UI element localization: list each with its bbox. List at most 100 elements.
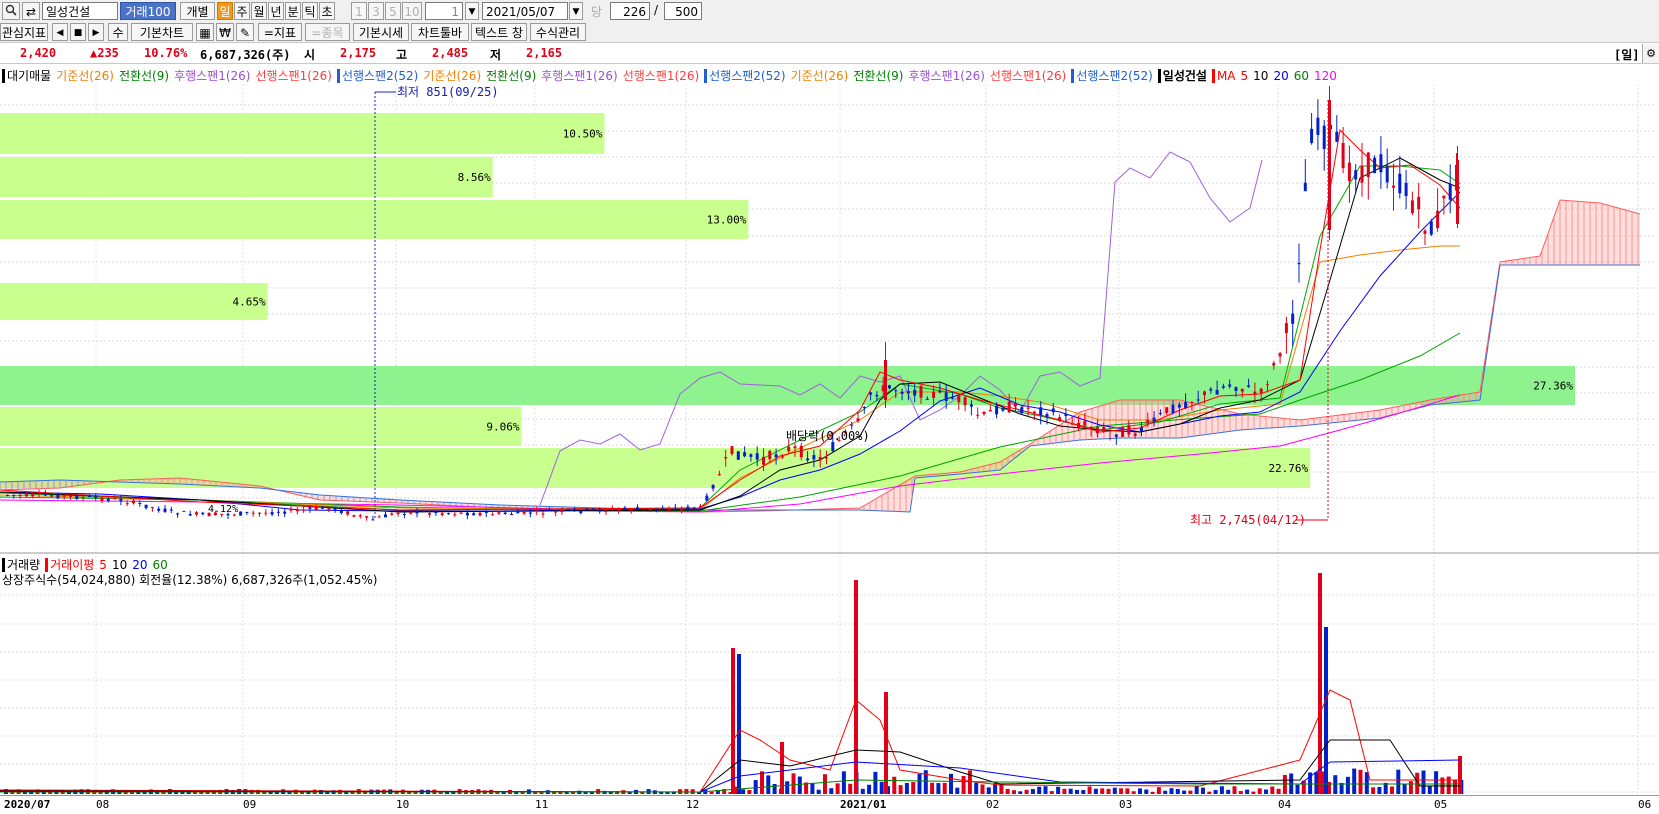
candle-body xyxy=(138,502,142,504)
candle-body xyxy=(352,515,356,517)
volume-profile-label: 9.06% xyxy=(486,421,519,434)
volume-bar xyxy=(823,774,827,794)
volume-bar xyxy=(1138,788,1142,794)
interval-5-button[interactable]: 5 xyxy=(385,2,401,20)
candle-body xyxy=(176,513,180,515)
chart-toolbar-button[interactable]: 차트툴바 xyxy=(411,23,469,41)
interval-10-button[interactable]: 10 xyxy=(402,2,422,20)
basic-price-button[interactable]: 기본시세 xyxy=(353,23,409,41)
candle-body xyxy=(787,446,791,452)
candle-body xyxy=(94,496,98,498)
volume-bar xyxy=(848,783,853,794)
tab-second[interactable]: 초 xyxy=(319,2,335,20)
candle-body xyxy=(875,395,879,397)
candle-body xyxy=(1221,386,1225,388)
candle-body xyxy=(812,455,816,460)
candle-body xyxy=(610,508,614,510)
volume-bar xyxy=(747,789,752,794)
x-axis-label: 04 xyxy=(1278,798,1292,811)
scroll-right-icon[interactable]: ▶ xyxy=(88,23,104,41)
candle-body xyxy=(755,453,759,460)
tab-individual[interactable]: 개별 xyxy=(180,2,215,20)
volume-profile-bar xyxy=(0,366,1575,405)
candle-body xyxy=(327,508,331,511)
volume-bar xyxy=(1131,791,1136,794)
tab-minute[interactable]: 분 xyxy=(285,2,301,20)
candle-body xyxy=(888,385,891,389)
candle-body xyxy=(988,409,992,412)
candle-body xyxy=(201,512,205,515)
candle-body xyxy=(1404,182,1408,196)
candle-body xyxy=(850,424,854,426)
won-icon[interactable]: ₩ xyxy=(216,23,234,41)
candle-body xyxy=(497,512,501,514)
volume100-button[interactable]: 거래100 xyxy=(120,2,176,20)
tab-tick[interactable]: 틱 xyxy=(302,2,318,20)
candle-body xyxy=(1114,434,1118,437)
volume-bar xyxy=(967,770,972,794)
tab-monthly[interactable]: 월 xyxy=(251,2,267,20)
refresh-icon[interactable]: ⇄ xyxy=(22,2,40,20)
high-annotation: 최고 2,745(04/12) xyxy=(1190,513,1306,527)
candle-body xyxy=(1171,404,1175,413)
interval-1-button[interactable]: 1 xyxy=(351,2,367,20)
stock-compare-button[interactable]: =종목 xyxy=(305,23,350,41)
candle-body xyxy=(339,509,343,514)
candle-body xyxy=(623,507,627,510)
candle-body xyxy=(913,389,917,396)
candle-body xyxy=(686,506,690,510)
volume-bar xyxy=(930,782,935,794)
period-input[interactable]: 1 xyxy=(425,2,463,20)
candle-body xyxy=(560,509,564,513)
tab-yearly[interactable]: 년 xyxy=(268,2,284,20)
chevron-down-icon[interactable]: ▼ xyxy=(465,2,479,20)
candle-body xyxy=(1058,417,1062,421)
candle-body xyxy=(944,392,948,402)
su-button[interactable]: 수 xyxy=(108,23,128,41)
calendar-dropdown-icon[interactable]: ▼ xyxy=(569,2,583,20)
candle-body xyxy=(793,446,797,449)
interval-3-button[interactable]: 3 xyxy=(368,2,384,20)
candle-body xyxy=(503,512,507,514)
period-indicator-button[interactable]: [일] xyxy=(1614,46,1640,63)
interest-indicator-button[interactable]: 관심지표 xyxy=(0,23,48,41)
candle-body xyxy=(295,509,299,512)
candle-body xyxy=(976,414,980,416)
count-input[interactable]: 226 xyxy=(610,2,650,20)
settings-icon[interactable]: ⚙ xyxy=(1642,44,1659,63)
stop-icon[interactable]: ■ xyxy=(70,23,86,41)
volume-bar xyxy=(1377,786,1382,794)
candle-body xyxy=(421,511,425,513)
volume-bar xyxy=(1106,788,1111,794)
candle-body xyxy=(1102,426,1106,432)
candle-body xyxy=(1133,433,1137,436)
volume-bar xyxy=(1150,791,1155,794)
stock-name-field[interactable]: 일성건설 xyxy=(42,2,118,20)
search-icon[interactable] xyxy=(2,2,20,20)
candle-body xyxy=(919,385,923,398)
candle-body xyxy=(447,513,450,515)
candle-body xyxy=(465,512,469,516)
volume-bar xyxy=(766,775,771,794)
text-window-button[interactable]: 텍스트 창 xyxy=(471,23,527,41)
candle-body xyxy=(1272,362,1276,366)
legend-item: 10 xyxy=(111,558,128,572)
formula-management-button[interactable]: 수식관리 xyxy=(530,23,586,41)
volume-bar xyxy=(1364,772,1369,794)
candle-body xyxy=(585,508,589,510)
grid-icon[interactable]: ▦ xyxy=(196,23,214,41)
wrench-icon[interactable]: ✎ xyxy=(236,23,254,41)
basic-chart-button[interactable]: 기본차트 xyxy=(131,23,193,41)
legend-item: 기준선(26) xyxy=(423,69,482,83)
candle-body xyxy=(491,514,495,516)
legend-item: 60 xyxy=(1293,69,1309,83)
candle-body xyxy=(1259,388,1263,394)
date-field[interactable]: 2021/05/07 xyxy=(482,2,568,20)
tab-weekly[interactable]: 주 xyxy=(234,2,250,20)
indicator-button[interactable]: =지표 xyxy=(258,23,302,41)
tab-daily[interactable]: 일 xyxy=(217,2,233,20)
scroll-left-icon[interactable]: ◀ xyxy=(52,23,68,41)
total-input[interactable]: 500 xyxy=(664,2,702,20)
candle-body xyxy=(982,411,986,415)
candle-body xyxy=(1284,323,1288,334)
